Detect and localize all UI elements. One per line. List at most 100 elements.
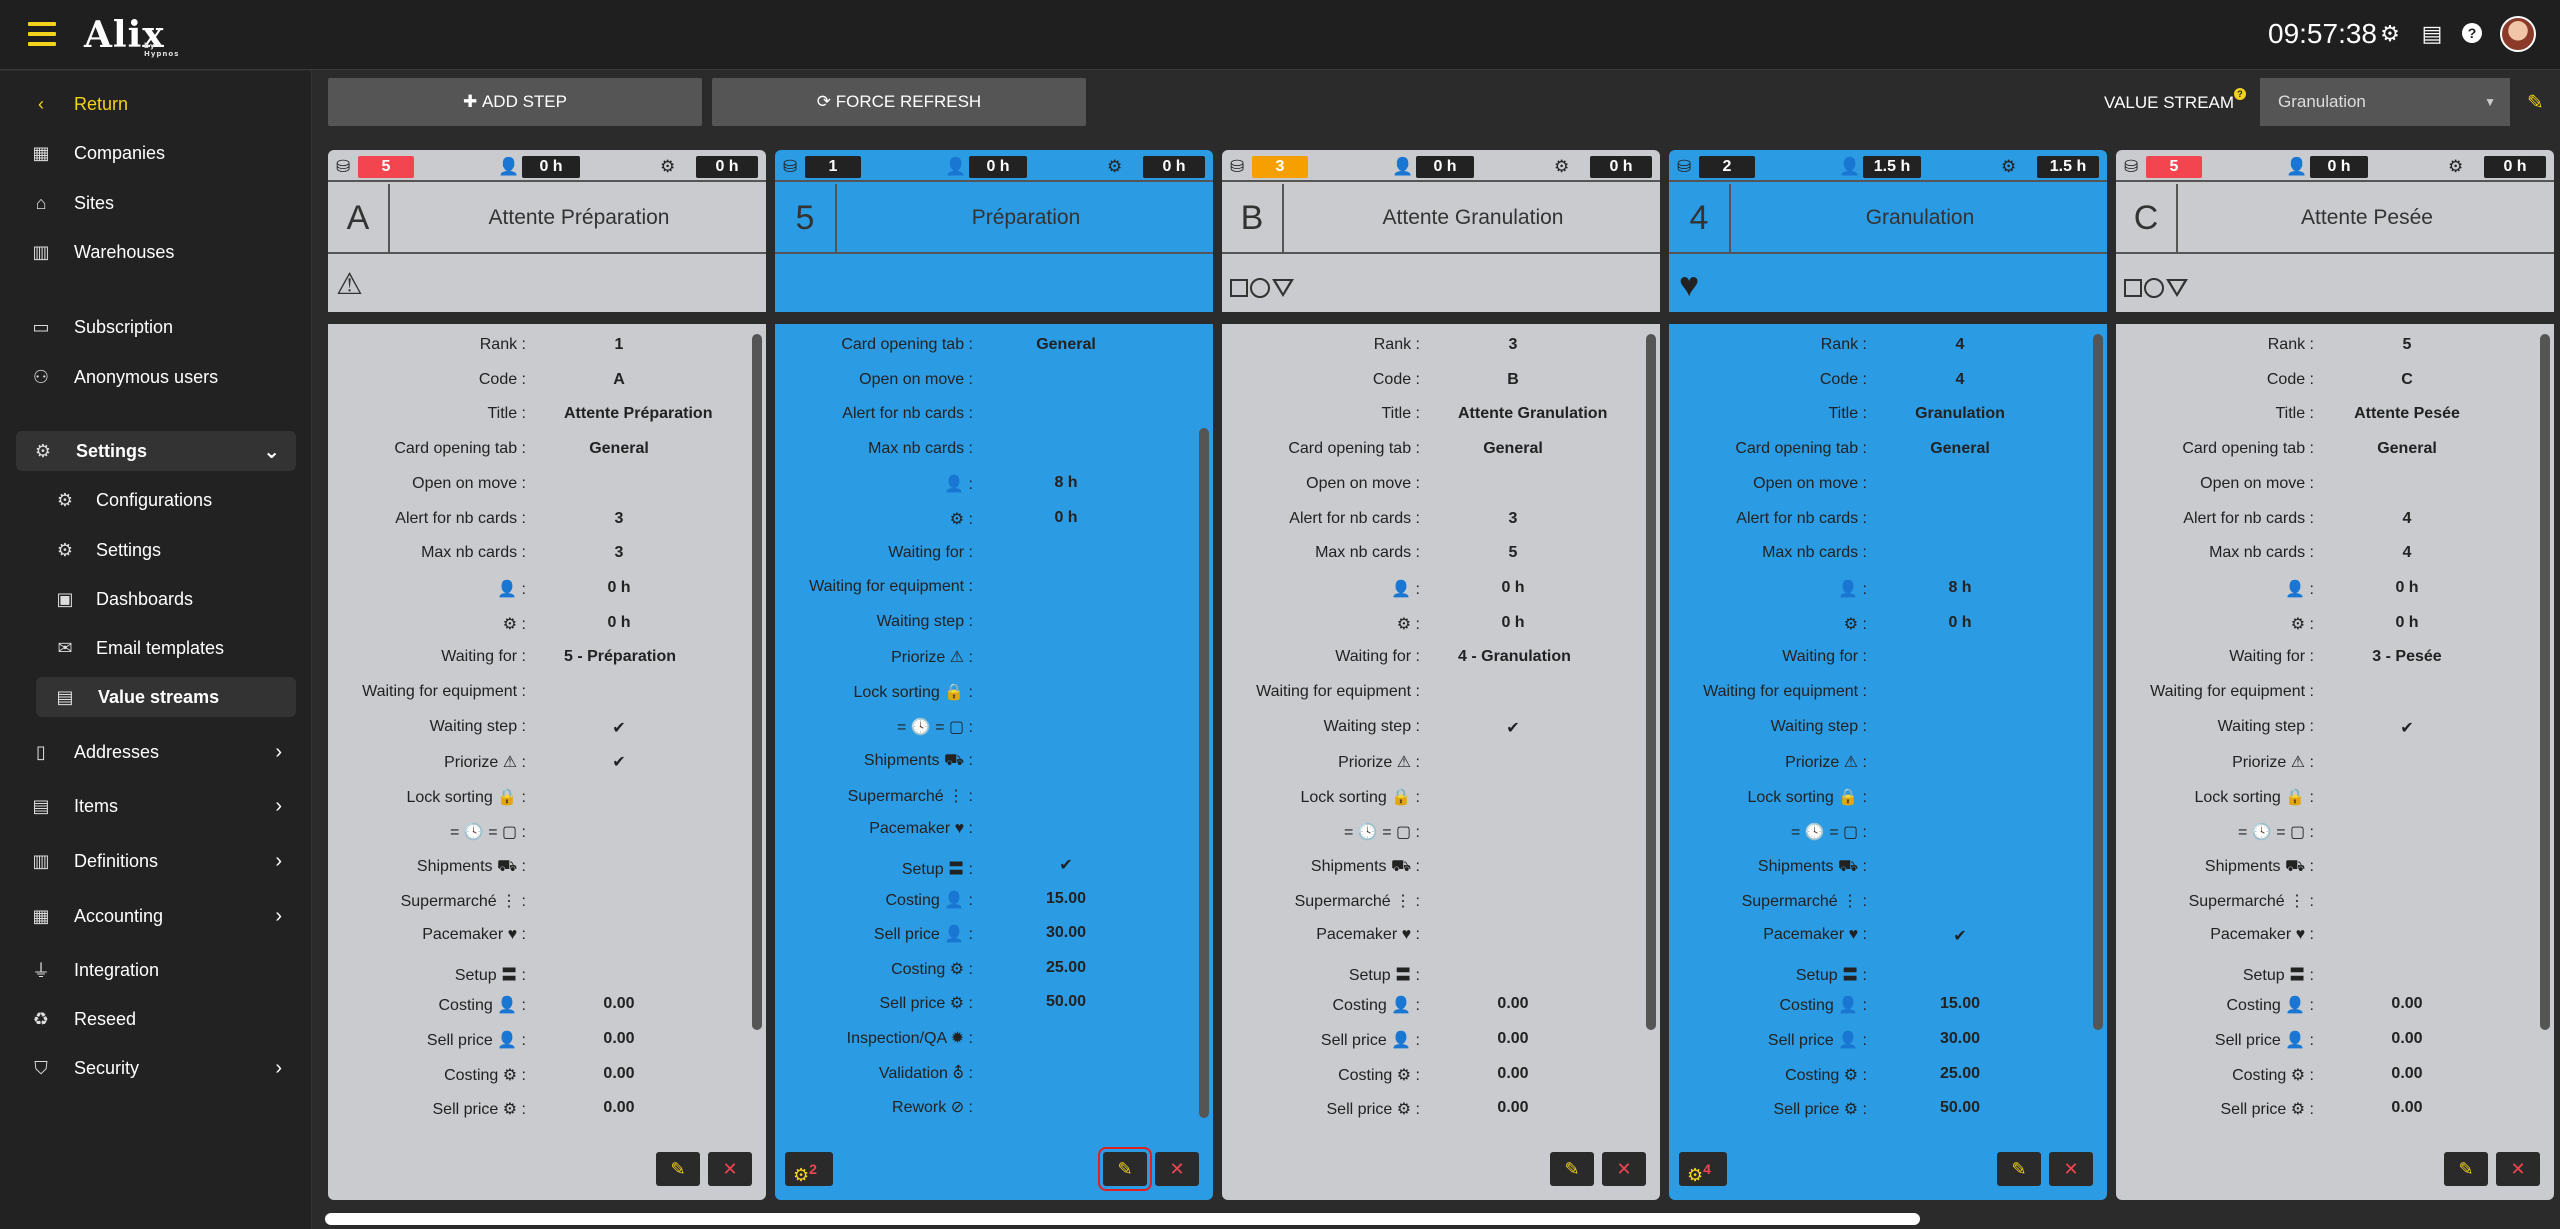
heart-icon: ♥ — [1844, 925, 1863, 943]
detail-label: Lock sorting 🔒 : — [1300, 787, 1420, 807]
chevron-right-icon: › — [275, 1056, 282, 1079]
sidebar-item-warehouses[interactable]: ▥ Warehouses — [0, 232, 312, 272]
detail-value: 0.00 — [1497, 995, 1529, 1013]
delete-step-button[interactable]: ✕ — [1602, 1152, 1646, 1186]
user-avatar[interactable] — [2500, 16, 2536, 52]
logo-subtitle: by Hypnos — [144, 42, 180, 58]
person-icon: 👤 — [939, 891, 969, 909]
person-icon: 👤 — [1839, 157, 1861, 176]
edit-step-button[interactable]: ✎ — [1550, 1152, 1594, 1186]
colon: : — [2309, 997, 2314, 1015]
clock-calendar-icon: 🕓 = ▢ — [459, 823, 522, 841]
sidebar-item-accounting[interactable]: ▦ Accounting › — [0, 896, 312, 936]
detail-value: C — [2401, 370, 2413, 388]
warning-icon: ⚠ — [498, 754, 522, 772]
book-icon[interactable]: ▤ — [2420, 22, 2444, 46]
vertical-scrollbar[interactable] — [1199, 428, 1209, 1118]
colon: : — [1415, 615, 1420, 633]
detail-label-text: Inspection/QA — [846, 1030, 947, 1047]
person-icon: 👤 — [944, 476, 969, 494]
detail-value: Granulation — [1915, 405, 2005, 423]
delete-step-button[interactable]: ✕ — [2496, 1152, 2540, 1186]
delete-step-button[interactable]: ✕ — [708, 1152, 752, 1186]
value-stream-select[interactable]: Granulation ▼ — [2260, 78, 2510, 126]
detail-label-text: Sell price — [1320, 1032, 1387, 1049]
detail-label: Priorize ⚠ : — [1338, 752, 1420, 772]
resources-button[interactable]: ⚙2 — [785, 1152, 833, 1186]
edit-step-button[interactable]: ✎ — [656, 1152, 700, 1186]
svg-text:?: ? — [2468, 25, 2477, 41]
resources-button[interactable]: ⚙4 — [1679, 1152, 1727, 1186]
detail-label: Pacemaker ♥ : — [2210, 926, 2314, 944]
help-icon[interactable]: ? — [2460, 22, 2484, 46]
warning-icon: ⚠ — [1839, 754, 1863, 772]
detail-value: 3 — [1508, 336, 1518, 353]
detail-label-text: Costing — [444, 1066, 499, 1084]
sidebar-item-security[interactable]: ⛉ Security › — [0, 1048, 312, 1088]
detail-value: ✔ — [612, 719, 626, 737]
step-stats: ⛁ 3 👤 0 h ⚙ 0 h — [1222, 150, 1660, 182]
menu-icon[interactable] — [28, 22, 56, 46]
edit-step-button[interactable]: ✎ — [2444, 1152, 2488, 1186]
detail-row: = 🕓 = ▢ : — [775, 717, 1195, 739]
sidebar-item-addresses[interactable]: ▯ Addresses › — [0, 732, 312, 772]
step-details: Rank : 3 Code : B Title : Attente Granulation… — [1222, 324, 1660, 1200]
sidebar-item-companies[interactable]: ▦ Companies — [0, 133, 312, 173]
detail-value: 3 — [614, 509, 624, 527]
vertical-scrollbar[interactable] — [752, 334, 762, 1030]
pencil-icon[interactable]: ✎ — [2527, 90, 2544, 115]
detail-label: Waiting for equipment : — [2150, 683, 2314, 700]
horizontal-scrollbar[interactable] — [325, 1213, 1920, 1225]
sidebar-item-anonymous-users[interactable]: ⚇ Anonymous users — [0, 357, 312, 397]
cards-icon: ⛁ — [1677, 157, 1692, 176]
detail-label: Costing 👤 : — [1332, 995, 1420, 1015]
detail-label: = 🕓 = ▢ : — [1791, 822, 1867, 842]
detail-value: 0.00 — [1497, 1030, 1529, 1047]
sidebar-item-definitions[interactable]: ▥ Definitions › — [0, 841, 312, 881]
app-logo[interactable]: Alix by Hypnos — [84, 14, 178, 58]
delete-step-button[interactable]: ✕ — [2049, 1152, 2093, 1186]
lock-icon: 🔒 — [492, 789, 522, 807]
colon: : — [1415, 966, 1420, 984]
delete-step-button[interactable]: ✕ — [1155, 1152, 1199, 1186]
lock-icon: 🔒 — [1386, 789, 1416, 807]
detail-row: Costing ⚙ : 25.00 — [1669, 1065, 2089, 1087]
warning-icon: ⚠ — [1392, 754, 1416, 772]
detail-row: Title : Attente Préparation — [328, 405, 748, 427]
sidebar-item-value-streams[interactable]: ▤ Value streams — [36, 677, 296, 717]
detail-row: Title : Granulation — [1669, 405, 2089, 427]
sidebar-item-email-templates[interactable]: ✉ Email templates — [0, 628, 312, 668]
detail-label-text: Costing — [1785, 1066, 1840, 1084]
vertical-scrollbar[interactable] — [2093, 334, 2103, 1030]
detail-value: 8 h — [1054, 474, 1078, 492]
equals-icon: 〓 — [1390, 966, 1416, 984]
shield-icon: ⛉ — [34, 1057, 48, 1078]
vertical-scrollbar[interactable] — [1646, 334, 1656, 1030]
gear-icon[interactable]: ⚙ — [2378, 22, 2402, 46]
sidebar-item-configurations[interactable]: ⚙ Configurations — [0, 480, 312, 520]
sidebar-item-sites[interactable]: ⌂ Sites — [0, 183, 312, 223]
sidebar-item-subscription[interactable]: ▭ Subscription — [0, 307, 312, 347]
sidebar-return[interactable]: ‹ Return — [0, 84, 312, 124]
detail-label: Setup 〓 : — [1349, 961, 1420, 985]
detail-label-text: Validation — [878, 1064, 948, 1082]
add-step-button[interactable]: ✚ ADD STEP — [328, 78, 702, 126]
edit-step-button[interactable]: ✎ — [1098, 1147, 1152, 1191]
colon: : — [968, 1064, 973, 1082]
sidebar-item-dashboards[interactable]: ▣ Dashboards — [0, 579, 312, 619]
sidebar-item-integration[interactable]: ⏚ Integration — [0, 950, 312, 990]
detail-label: Supermarché ⋮ : — [401, 891, 526, 911]
detail-row: ⚙ : 0 h — [1222, 614, 1642, 636]
vertical-scrollbar[interactable] — [2540, 334, 2550, 1030]
heartbeat-icon: ♥ — [1679, 266, 1700, 304]
help-badge-icon[interactable]: ? — [2234, 88, 2246, 100]
chevron-right-icon: › — [275, 794, 282, 817]
sidebar-item-reseed[interactable]: ♻ Reseed — [0, 999, 312, 1039]
edit-step-button[interactable]: ✎ — [1997, 1152, 2041, 1186]
sidebar-item-settings-sub[interactable]: ⚙ Settings — [0, 530, 312, 570]
sidebar-item-settings[interactable]: ⚙ Settings ⌄ — [16, 431, 296, 471]
detail-value: 0 h — [1948, 613, 1972, 631]
sidebar-item-items[interactable]: ▤ Items › — [0, 786, 312, 826]
force-refresh-button[interactable]: ⟳ FORCE REFRESH — [712, 78, 1086, 126]
detail-value: ✔ — [612, 754, 626, 772]
